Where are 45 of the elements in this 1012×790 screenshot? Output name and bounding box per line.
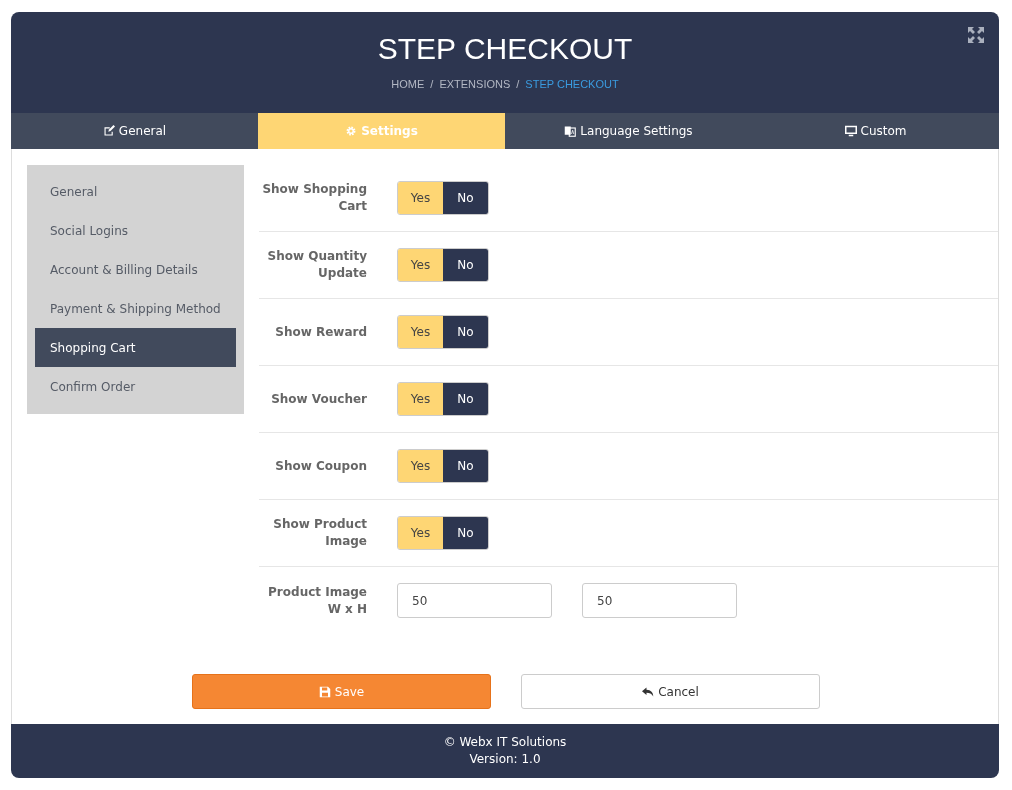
- sidebar-item[interactable]: Account & Billing Details: [35, 250, 236, 289]
- monitor-icon: [844, 125, 857, 137]
- tab[interactable]: Custom: [752, 113, 999, 149]
- field-label: Show Reward: [274, 323, 367, 341]
- input-field[interactable]: 50: [397, 583, 552, 618]
- breadcrumb-separator: /: [430, 78, 434, 90]
- field-label: Show Quantity Update: [266, 248, 367, 282]
- field-label: Show Coupon: [274, 457, 367, 475]
- sidebar-item[interactable]: Shopping Cart: [35, 328, 236, 367]
- sidebar-item[interactable]: General: [35, 172, 236, 211]
- expand-icon[interactable]: [967, 26, 985, 44]
- reply-arrow-icon: [642, 685, 655, 698]
- toggle-option[interactable]: No: [443, 182, 488, 214]
- sidebar-item[interactable]: Payment & Shipping Method: [35, 289, 236, 328]
- toggle-option[interactable]: No: [443, 517, 488, 549]
- toggle-option[interactable]: Yes: [398, 383, 443, 415]
- toggle-option[interactable]: Yes: [398, 450, 443, 482]
- tab[interactable]: Language Settings: [505, 113, 752, 149]
- toggle-option[interactable]: No: [443, 450, 488, 482]
- toggle-option[interactable]: No: [443, 316, 488, 348]
- cancel-button[interactable]: Cancel: [521, 674, 820, 709]
- toggle-option[interactable]: Yes: [398, 182, 443, 214]
- sidebar-item[interactable]: Confirm Order: [35, 367, 236, 406]
- breadcrumb-link[interactable]: EXTENSIONS: [439, 78, 511, 90]
- field-label: Show Product Image: [272, 516, 367, 550]
- edit-icon: [102, 125, 115, 137]
- footer-text: Version: 1.0: [469, 751, 541, 768]
- field-label: Show Voucher: [270, 390, 367, 408]
- breadcrumb-separator: /: [516, 78, 520, 90]
- input-field[interactable]: 50: [582, 583, 737, 618]
- footer-text: © Webx IT Solutions: [443, 734, 567, 751]
- field-label: Show Shopping Cart: [261, 181, 367, 215]
- breadcrumb-link[interactable]: STEP CHECKOUT: [525, 78, 619, 90]
- toggle-option[interactable]: Yes: [398, 517, 443, 549]
- toggle-option[interactable]: Yes: [398, 316, 443, 348]
- field-label: Product Image W x H: [267, 583, 367, 618]
- sidebar-item[interactable]: Social Logins: [35, 211, 236, 250]
- breadcrumb-link[interactable]: HOME: [391, 78, 425, 90]
- toggle-option[interactable]: No: [443, 383, 488, 415]
- gear-icon: [345, 125, 358, 137]
- toggle-option[interactable]: No: [443, 249, 488, 281]
- toggle-option[interactable]: Yes: [398, 249, 443, 281]
- language-icon: [564, 125, 577, 137]
- page-title: STEP CHECKOUT: [377, 32, 633, 66]
- tab[interactable]: General: [11, 113, 258, 149]
